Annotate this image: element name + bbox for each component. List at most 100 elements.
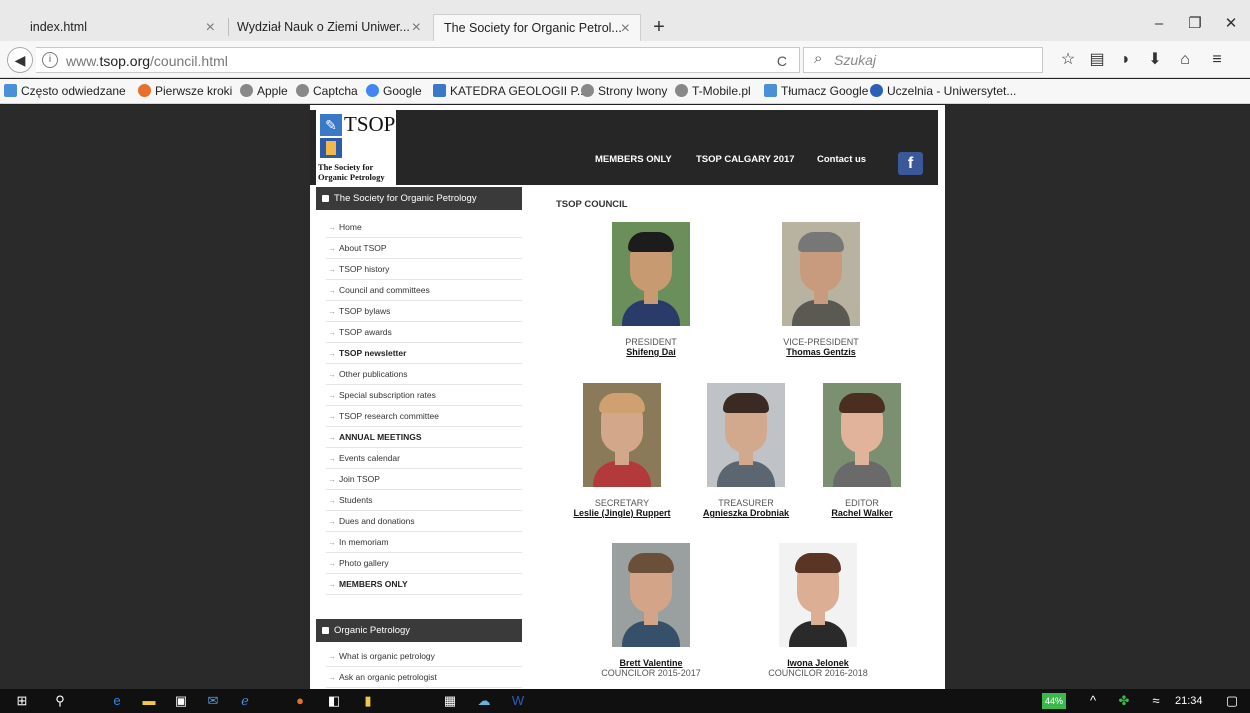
sidebar-item[interactable]: → Join TSOP [326,469,522,490]
nav-members-only[interactable]: MEMBERS ONLY [595,154,672,165]
sidebar-item[interactable]: → Special subscription rates [326,385,522,406]
tab-tsop[interactable]: The Society for Organic Petrol... × [433,14,641,41]
sidebar-item-label: TSOP history [339,264,390,274]
store-icon[interactable]: ▣ [173,693,189,709]
calculator-icon[interactable]: ▦ [442,693,458,709]
mail-icon[interactable]: ✉ [205,693,221,709]
back-button[interactable]: ◀ [7,47,33,73]
tab-wydzial[interactable]: Wydział Nauk o Ziemi Uniwer... × [231,14,431,41]
firefox-icon[interactable]: ● [292,693,308,709]
sidebar-item[interactable]: → Council and committees [326,280,522,301]
windows-start-icon[interactable]: ⊞ [14,693,30,709]
council-member-link[interactable]: Brett Valentine [571,658,731,668]
council-member-link[interactable]: Iwona Jelonek [738,658,898,668]
search-icon[interactable]: ⚲ [52,693,68,709]
council-member-link[interactable]: Thomas Gentzis [741,347,901,357]
arrow-icon: → [328,391,336,400]
bookmark-uczelnia[interactable]: Uczelnia - Uniwersytet... [870,79,1016,104]
arrow-icon: → [328,370,336,379]
notifications-icon[interactable]: ▢ [1224,693,1240,709]
file-explorer-icon[interactable]: ▬ [141,693,157,709]
bookmark-google[interactable]: Google [366,79,422,104]
sidebar-item[interactable]: → TSOP newsletter [326,343,522,364]
sidebar-item[interactable]: → TSOP bylaws [326,301,522,322]
reload-icon[interactable]: C [777,48,787,74]
search-placeholder: Szukaj [834,52,877,68]
facebook-icon[interactable]: f [898,152,923,175]
sidebar-item[interactable]: → ANNUAL MEETINGS [326,427,522,448]
pocket-icon[interactable]: ◗ [1115,50,1137,70]
sidebar-item[interactable]: → Students [326,490,522,511]
sidebar-section-title: Organic Petrology [316,619,522,642]
council-member-link[interactable]: Shifeng Dai [571,347,731,357]
arrow-icon: → [328,580,336,589]
bookmarks-bar: Często odwiedzane Pierwsze kroki Apple C… [0,79,1250,104]
sidebar-item[interactable]: → Other publications [326,364,522,385]
url-text[interactable]: www.tsop.org/council.html [66,48,228,74]
chevron-up-icon[interactable]: ^ [1085,693,1101,709]
ie-icon[interactable]: ℯ [237,693,253,709]
bookmark-pierwsze[interactable]: Pierwsze kroki [138,79,232,104]
app-tray-icon[interactable]: ✤ [1116,693,1132,709]
close-window-button[interactable]: ✕ [1216,12,1246,36]
network-icon[interactable]: ☁ [476,693,492,709]
search-input[interactable]: ⌕ Szukaj [803,47,1043,73]
tab-close-icon[interactable]: × [621,15,630,42]
tab-close-icon[interactable]: × [206,14,215,41]
bookmark-katedra[interactable]: KATEDRA GEOLOGII P... [433,79,587,104]
sidebar-item[interactable]: → MEMBERS ONLY [326,574,522,595]
battery-indicator[interactable]: 44% [1042,693,1066,709]
bookmark-czesto[interactable]: Często odwiedzane [4,79,126,104]
sidebar-item[interactable]: → Home [326,217,522,238]
star-icon[interactable]: ☆ [1057,50,1079,70]
address-bar[interactable]: i www.tsop.org/council.html C [36,47,800,73]
sidebar-item[interactable]: → Ask an organic petrologist [326,667,522,688]
bookmark-tmobile[interactable]: T-Mobile.pl [675,79,751,104]
word-icon[interactable]: W [510,693,526,709]
sidebar-item[interactable]: → What is organic petrology [326,646,522,667]
edge-icon[interactable]: e [109,693,125,709]
menu-icon[interactable]: ≡ [1206,50,1228,70]
folder-icon[interactable]: ▮ [360,693,376,709]
minimize-button[interactable]: – [1144,12,1174,36]
folder-icon [4,84,17,97]
arrow-icon: → [328,265,336,274]
arrow-icon: → [328,475,336,484]
arrow-icon: → [328,244,336,253]
wifi-icon[interactable]: ≈ [1148,693,1164,709]
site-logo[interactable]: ✎ TSOP The Society for Organic Petrology [316,110,396,185]
web-content: ✎ TSOP The Society for Organic Petrology … [0,105,1250,689]
sidebar-item[interactable]: → In memoriam [326,532,522,553]
page-container: ✎ TSOP The Society for Organic Petrology … [310,105,945,689]
library-icon[interactable]: ▤ [1086,50,1108,70]
sidebar-item[interactable]: → TSOP awards [326,322,522,343]
photos-icon[interactable]: ◧ [326,693,342,709]
sidebar-item[interactable]: → Events calendar [326,448,522,469]
bookmark-strony[interactable]: Strony Iwony [581,79,667,104]
nav-tsop-calgary[interactable]: TSOP CALGARY 2017 [696,154,795,165]
home-icon[interactable]: ⌂ [1174,50,1196,70]
sidebar-item[interactable]: → Dues and donations [326,511,522,532]
globe-icon [240,84,253,97]
council-photo [779,543,857,647]
sidebar-item-label: Students [339,495,373,505]
council-member-link[interactable]: Rachel Walker [782,508,942,518]
new-tab-button[interactable]: + [645,14,673,41]
council-photo [612,222,690,326]
bookmark-apple[interactable]: Apple [240,79,288,104]
tab-index[interactable]: index.html × [10,14,225,41]
sidebar-item[interactable]: → TSOP history [326,259,522,280]
restore-button[interactable]: ❐ [1180,12,1210,36]
arrow-icon: → [328,538,336,547]
sidebar-item[interactable]: → TSOP research committee [326,406,522,427]
sidebar-item[interactable]: → Photo gallery [326,553,522,574]
clock[interactable]: 21:34 [1175,689,1203,713]
info-icon[interactable]: i [42,52,58,68]
bookmark-captcha[interactable]: Captcha [296,79,358,104]
download-icon[interactable]: ⬇ [1144,50,1166,70]
bookmark-tlumacz[interactable]: Tłumacz Google [764,79,868,104]
arrow-icon: → [328,517,336,526]
nav-contact-us[interactable]: Contact us [817,154,866,165]
tab-close-icon[interactable]: × [412,14,421,41]
sidebar-item[interactable]: → About TSOP [326,238,522,259]
